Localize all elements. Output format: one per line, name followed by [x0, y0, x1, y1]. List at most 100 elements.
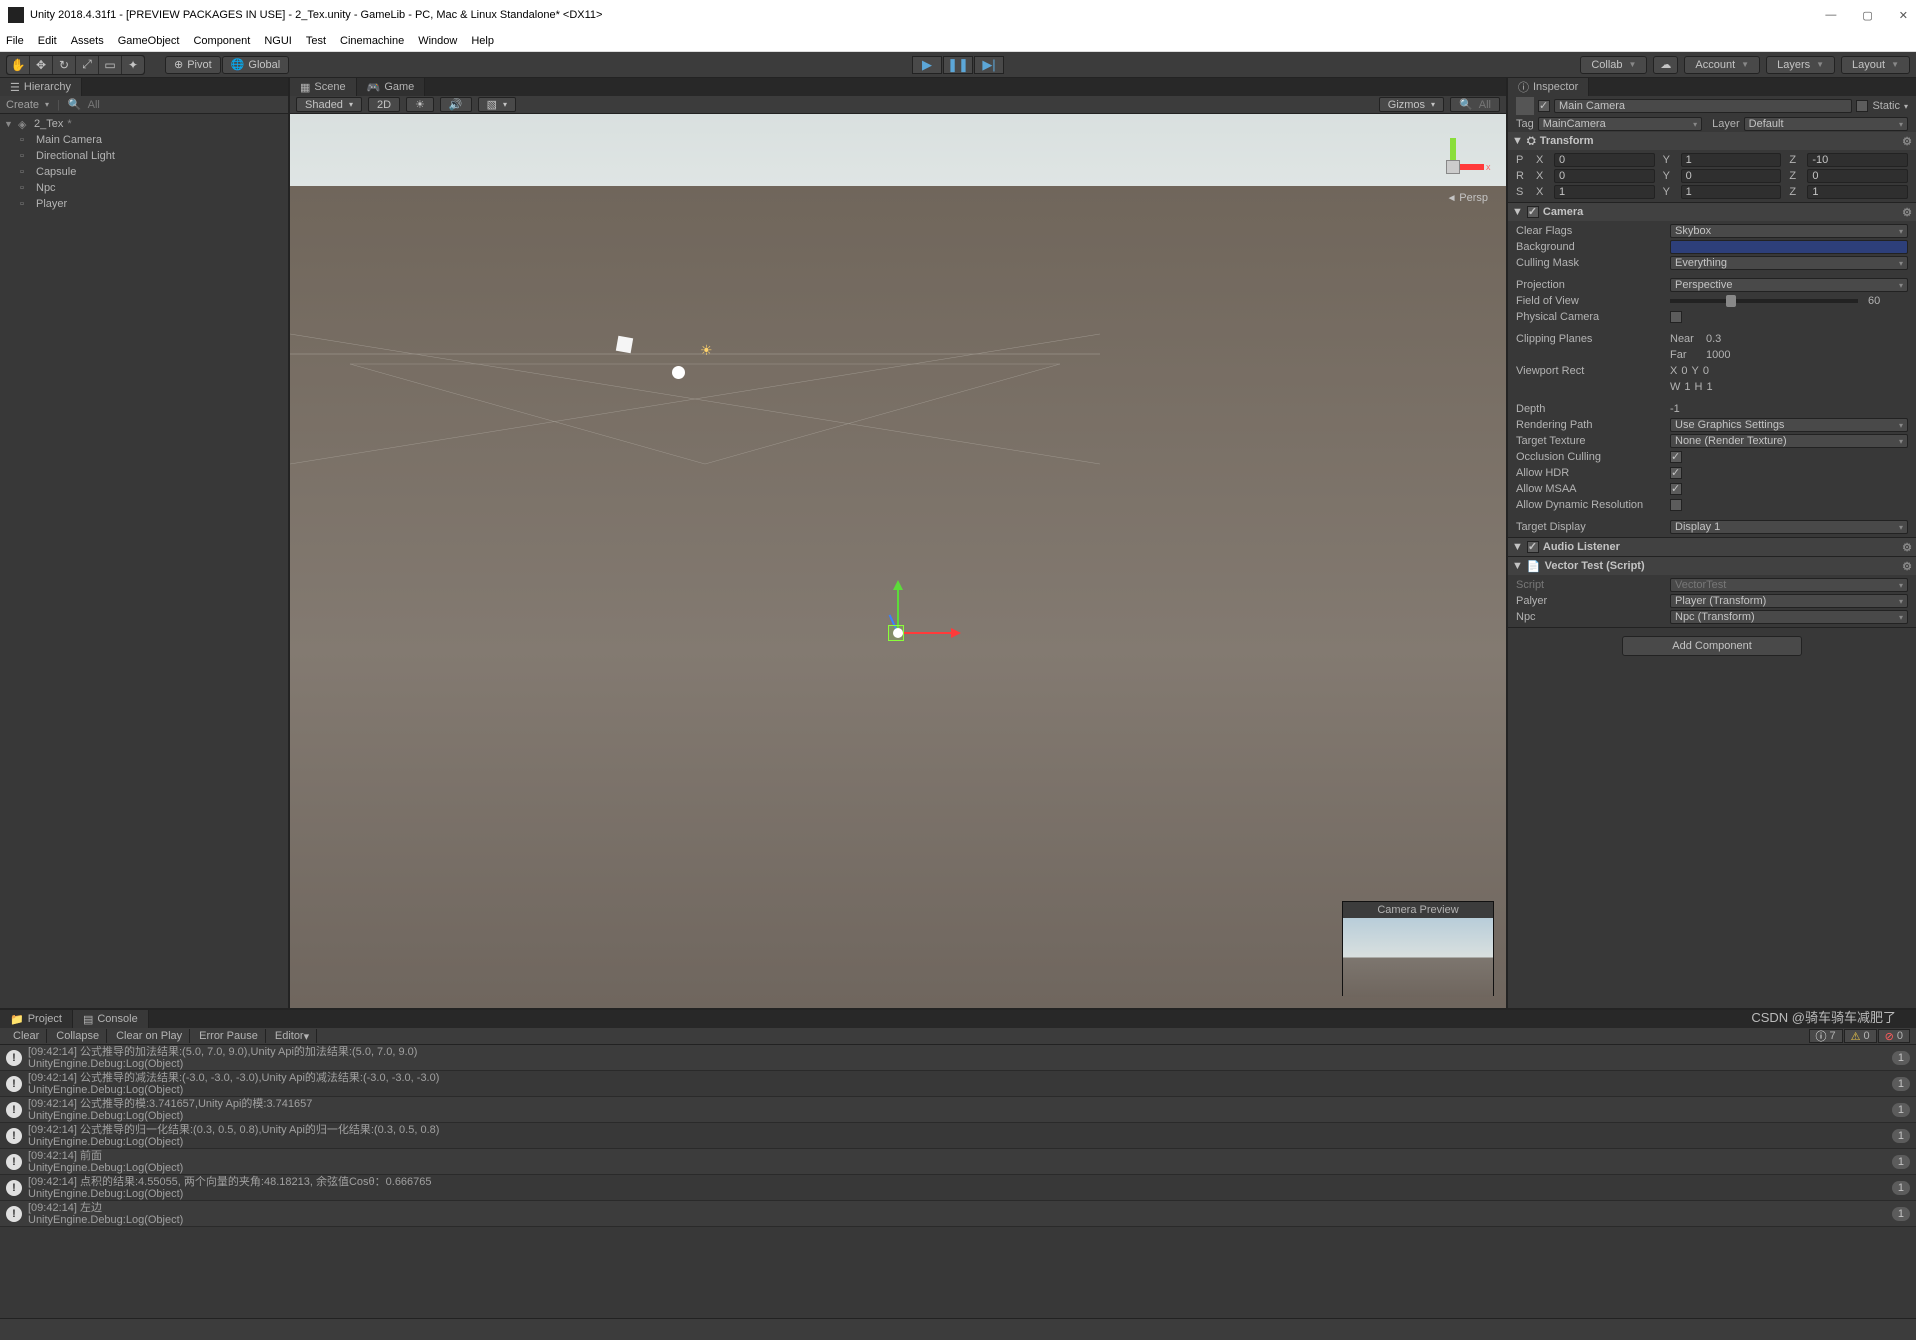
add-component-button[interactable]: Add Component [1622, 636, 1802, 656]
scene-sphere-object[interactable] [672, 366, 685, 379]
scene-row[interactable]: ▼◈2_Tex [0, 116, 288, 132]
hierarchy-item-npc[interactable]: ▫Npc [0, 180, 288, 196]
target-texture-field[interactable]: None (Render Texture) [1670, 434, 1908, 448]
gear-icon[interactable]: ⚙ [1902, 135, 1912, 148]
scene-search[interactable]: 🔍All [1450, 97, 1500, 112]
script-header[interactable]: ▼ 📄 Vector Test (Script)⚙ [1508, 557, 1916, 575]
viewport-h-field[interactable]: 1 [1706, 381, 1712, 393]
transform-tool-button[interactable]: ✦ [122, 56, 144, 74]
clear-button[interactable]: Clear [6, 1029, 47, 1043]
hierarchy-item-player[interactable]: ▫Player [0, 196, 288, 212]
npc-field[interactable]: Npc (Transform) [1670, 610, 1908, 624]
log-row[interactable]: ![09:42:14] 公式推导的减法结果:(-3.0, -3.0, -3.0)… [0, 1071, 1916, 1097]
hierarchy-search[interactable]: All [88, 99, 100, 111]
menu-help[interactable]: Help [471, 35, 494, 47]
hierarchy-item-main-camera[interactable]: ▫Main Camera [0, 132, 288, 148]
clear-on-play-button[interactable]: Clear on Play [109, 1029, 190, 1043]
log-row[interactable]: ![09:42:14] 前面UnityEngine.Debug:Log(Obje… [0, 1149, 1916, 1175]
gizmos-dropdown[interactable]: Gizmos▾ [1379, 97, 1444, 112]
static-checkbox[interactable] [1856, 100, 1868, 112]
active-checkbox[interactable] [1538, 100, 1550, 112]
shading-mode-dropdown[interactable]: Shaded▾ [296, 97, 362, 112]
audio-toggle[interactable]: 🔊 [440, 97, 472, 112]
lighting-toggle[interactable]: ☀ [406, 97, 434, 112]
editor-dropdown[interactable]: Editor ▾ [268, 1029, 317, 1043]
audio-listener-header[interactable]: ▼ Audio Listener⚙ [1508, 538, 1916, 556]
layers-dropdown[interactable]: Layers▼ [1766, 56, 1835, 74]
rot-z-field[interactable]: 0 [1807, 169, 1908, 183]
collab-button[interactable]: Collab▼ [1580, 56, 1647, 74]
rot-x-field[interactable]: 0 [1554, 169, 1655, 183]
close-button[interactable]: ✕ [1899, 9, 1908, 22]
far-clip-field[interactable]: 1000 [1706, 349, 1730, 361]
project-tab[interactable]: 📁Project [0, 1010, 73, 1028]
transform-header[interactable]: ▼ ⛭ Transform⚙ [1508, 132, 1916, 150]
fov-field[interactable]: 60 [1868, 295, 1908, 307]
scene-tab[interactable]: ▦Scene [290, 78, 357, 96]
inspector-tab[interactable]: ⓘInspector [1508, 78, 1589, 96]
info-count-button[interactable]: ⓘ7 [1809, 1029, 1843, 1043]
scl-x-field[interactable]: 1 [1554, 185, 1655, 199]
scene-view[interactable]: ☀ x ◄ Persp Camera Preview [290, 114, 1506, 1008]
step-button[interactable]: ▶| [974, 56, 1004, 74]
maximize-button[interactable]: ▢ [1862, 9, 1872, 22]
menu-file[interactable]: File [6, 35, 24, 47]
camera-enabled-checkbox[interactable] [1527, 206, 1539, 218]
scene-cube-object[interactable] [616, 336, 633, 353]
msaa-checkbox[interactable] [1670, 483, 1682, 495]
menu-test[interactable]: Test [306, 35, 326, 47]
object-name-field[interactable]: Main Camera [1554, 99, 1852, 113]
player-field[interactable]: Player (Transform) [1670, 594, 1908, 608]
menu-ngui[interactable]: NGUI [264, 35, 292, 47]
play-button[interactable]: ▶ [912, 56, 942, 74]
pivot-toggle[interactable]: ⊕Pivot [165, 56, 221, 74]
warn-count-button[interactable]: ⚠0 [1844, 1029, 1877, 1043]
menu-cinemachine[interactable]: Cinemachine [340, 35, 404, 47]
fov-slider[interactable] [1670, 299, 1858, 303]
move-tool-button[interactable]: ✥ [30, 56, 52, 74]
log-row[interactable]: ![09:42:14] 左边UnityEngine.Debug:Log(Obje… [0, 1201, 1916, 1227]
near-clip-field[interactable]: 0.3 [1706, 333, 1721, 345]
rendering-path-dropdown[interactable]: Use Graphics Settings [1670, 418, 1908, 432]
light-gizmo-icon[interactable]: ☀ [700, 342, 713, 359]
account-dropdown[interactable]: Account▼ [1684, 56, 1760, 74]
clear-flags-dropdown[interactable]: Skybox [1670, 224, 1908, 238]
rotate-tool-button[interactable]: ↻ [53, 56, 75, 74]
hierarchy-item-directional-light[interactable]: ▫Directional Light [0, 148, 288, 164]
menu-edit[interactable]: Edit [38, 35, 57, 47]
gear-icon[interactable]: ⚙ [1902, 206, 1912, 219]
console-tab[interactable]: ▤Console [73, 1010, 149, 1028]
2d-toggle[interactable]: 2D [368, 97, 400, 112]
hdr-checkbox[interactable] [1670, 467, 1682, 479]
viewport-x-field[interactable]: 0 [1681, 365, 1687, 377]
scl-y-field[interactable]: 1 [1681, 185, 1782, 199]
viewport-w-field[interactable]: 1 [1684, 381, 1690, 393]
gear-icon[interactable]: ⚙ [1902, 560, 1912, 573]
culling-mask-dropdown[interactable]: Everything [1670, 256, 1908, 270]
pause-button[interactable]: ❚❚ [943, 56, 973, 74]
menu-gameobject[interactable]: GameObject [118, 35, 180, 47]
background-color-field[interactable] [1670, 240, 1908, 254]
rot-y-field[interactable]: 0 [1681, 169, 1782, 183]
viewport-y-field[interactable]: 0 [1703, 365, 1709, 377]
menu-component[interactable]: Component [193, 35, 250, 47]
fx-toggle[interactable]: ▧▾ [478, 97, 516, 112]
global-toggle[interactable]: 🌐Global [222, 56, 290, 74]
error-pause-button[interactable]: Error Pause [192, 1029, 266, 1043]
occlusion-checkbox[interactable] [1670, 451, 1682, 463]
game-tab[interactable]: 🎮Game [357, 78, 426, 96]
pos-x-field[interactable]: 0 [1554, 153, 1655, 167]
collapse-button[interactable]: Collapse [49, 1029, 107, 1043]
tag-dropdown[interactable]: MainCamera [1538, 117, 1702, 131]
minimize-button[interactable]: — [1825, 9, 1836, 22]
error-count-button[interactable]: ⊘0 [1878, 1029, 1910, 1043]
physical-camera-checkbox[interactable] [1670, 311, 1682, 323]
cloud-button[interactable]: ☁ [1653, 56, 1678, 74]
depth-field[interactable]: -1 [1670, 403, 1680, 415]
perspective-label[interactable]: ◄ Persp [1447, 192, 1488, 204]
gear-icon[interactable]: ⚙ [1902, 541, 1912, 554]
scale-tool-button[interactable]: ⤢ [76, 56, 98, 74]
pos-y-field[interactable]: 1 [1681, 153, 1782, 167]
layout-dropdown[interactable]: Layout▼ [1841, 56, 1910, 74]
scl-z-field[interactable]: 1 [1807, 185, 1908, 199]
